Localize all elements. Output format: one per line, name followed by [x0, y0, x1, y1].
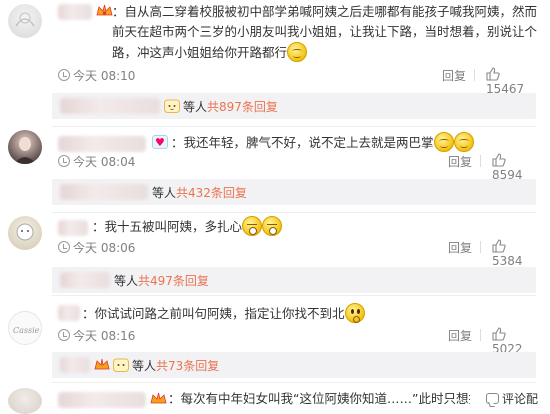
- svg-text:Cassie: Cassie: [13, 326, 40, 335]
- comment-text: ：自从高二穿着校服被初中部学弟喊阿姨之后走哪都有能孩子喊我阿姨，然而前天在超市两…: [112, 2, 538, 63]
- comment-text-content: ：每次有中年妇女叫我“这位阿姨你知道……”此时只想提起大刀: [168, 391, 470, 406]
- reply-prefix: 等人: [152, 186, 177, 200]
- divider: [52, 295, 536, 296]
- vip-crown-icon: [94, 358, 110, 370]
- divider: [52, 126, 536, 127]
- avatar[interactable]: [8, 130, 42, 164]
- reply-username[interactable]: [60, 357, 90, 373]
- reply-button[interactable]: 回复: [448, 153, 472, 170]
- comment-text-content: ：我十五被叫阿姨，多扎心: [92, 219, 243, 234]
- reply-summary[interactable]: 等人共897条回复: [52, 93, 536, 119]
- comment-text: ：每次有中年妇女叫我“这位阿姨你知道……”此时只想提起大刀: [168, 389, 470, 409]
- vip-crown-icon[interactable]: [150, 392, 167, 406]
- comment-text: ：我还年轻，脾气不好，说不定上去就是两巴掌: [152, 132, 536, 153]
- like-count: 5384: [492, 254, 523, 268]
- reply-count-link[interactable]: 共432条回复: [176, 186, 247, 200]
- thumbs-up-icon: [492, 153, 506, 167]
- clock-icon: [58, 329, 70, 341]
- like-button[interactable]: 5384: [492, 239, 536, 268]
- avatar[interactable]: Cassie: [8, 311, 42, 345]
- username[interactable]: [58, 136, 146, 152]
- avatar-sketch-icon: [15, 12, 35, 27]
- comment-meta: 今天 08:16 回复 5022: [58, 327, 536, 356]
- avatar[interactable]: [8, 216, 42, 250]
- reply-button[interactable]: 回复: [442, 67, 466, 84]
- comment-time: 今天 08:10: [73, 69, 136, 83]
- comment-meta: 今天 08:06 回复 5384: [58, 239, 536, 268]
- heart-badge-icon[interactable]: [152, 133, 168, 153]
- vip-crown-icon[interactable]: [96, 4, 113, 18]
- reply-prefix: 等人: [132, 359, 157, 373]
- cat-badge-icon: [164, 99, 180, 113]
- thinking-emoji-icon: [344, 303, 365, 323]
- username[interactable]: [58, 4, 92, 20]
- reply-username[interactable]: [60, 98, 160, 114]
- comment-button-label: 评论配: [501, 392, 538, 406]
- comment-time: 今天 08:04: [73, 155, 136, 169]
- divider: [480, 329, 481, 341]
- smile-emoji-icon: [453, 132, 474, 152]
- reply-summary[interactable]: 等人共73条回复: [52, 352, 536, 378]
- username[interactable]: [58, 305, 80, 321]
- avatar[interactable]: [8, 388, 42, 414]
- reply-count-link[interactable]: 共897条回复: [207, 100, 278, 114]
- reply-username[interactable]: [60, 184, 148, 200]
- comment-text-content: ：你试试问路之前叫句阿姨，指定让你找不到北: [82, 306, 345, 321]
- divider: [480, 241, 481, 253]
- comment-button[interactable]: 评论配: [481, 388, 542, 409]
- avatar-photo-icon: [14, 137, 36, 164]
- comment-meta: 今天 08:04 回复 8594: [58, 153, 536, 182]
- reply-prefix: 等人: [183, 100, 208, 114]
- like-button[interactable]: 8594: [492, 153, 536, 182]
- comment-time: 今天 08:06: [73, 241, 136, 255]
- reply-button[interactable]: 回复: [448, 239, 472, 256]
- comment-text-content: ：我还年轻，脾气不好，说不定上去就是两巴掌: [171, 135, 434, 150]
- avatar-logo-icon: Cassie: [13, 326, 40, 335]
- smile-emoji-icon: [433, 132, 454, 152]
- clock-icon: [58, 241, 70, 253]
- smile-emoji-icon: [287, 42, 308, 62]
- cat-badge-icon: [113, 358, 129, 372]
- thumbs-up-icon: [492, 327, 506, 341]
- reply-summary[interactable]: 等人共432条回复: [52, 179, 536, 205]
- reply-username[interactable]: [60, 272, 110, 288]
- avatar-cartoon-icon: [16, 223, 34, 241]
- clock-icon: [58, 155, 70, 167]
- reply-button[interactable]: 回复: [448, 327, 472, 344]
- avatar[interactable]: [8, 4, 42, 38]
- comment-meta: 今天 08:10 回复 15467: [58, 67, 536, 96]
- cry-laugh-emoji-icon: [242, 216, 263, 236]
- divider: [52, 212, 536, 213]
- clock-icon: [58, 69, 70, 81]
- divider: [474, 69, 475, 81]
- comment-text: ：你试试问路之前叫句阿姨，指定让你找不到北: [82, 303, 536, 324]
- comment-text: ：我十五被叫阿姨，多扎心: [92, 216, 536, 237]
- chat-bubble-icon: [485, 393, 499, 404]
- thumbs-up-icon: [492, 239, 506, 253]
- comment-time: 今天 08:16: [73, 329, 136, 343]
- thumbs-up-icon: [486, 67, 500, 81]
- divider: [52, 382, 536, 383]
- username[interactable]: [58, 392, 146, 408]
- cry-laugh-emoji-icon: [262, 216, 283, 236]
- reply-prefix: 等人: [114, 274, 139, 288]
- reply-count-link[interactable]: 共497条回复: [138, 274, 209, 288]
- like-button[interactable]: 15467: [486, 67, 536, 96]
- reply-count-link[interactable]: 共73条回复: [156, 359, 219, 373]
- reply-summary[interactable]: 等人共497条回复: [52, 267, 536, 293]
- username[interactable]: [58, 220, 88, 236]
- comment-text-content: ：自从高二穿着校服被初中部学弟喊阿姨之后走哪都有能孩子喊我阿姨，然而前天在超市两…: [112, 4, 538, 60]
- divider: [480, 155, 481, 167]
